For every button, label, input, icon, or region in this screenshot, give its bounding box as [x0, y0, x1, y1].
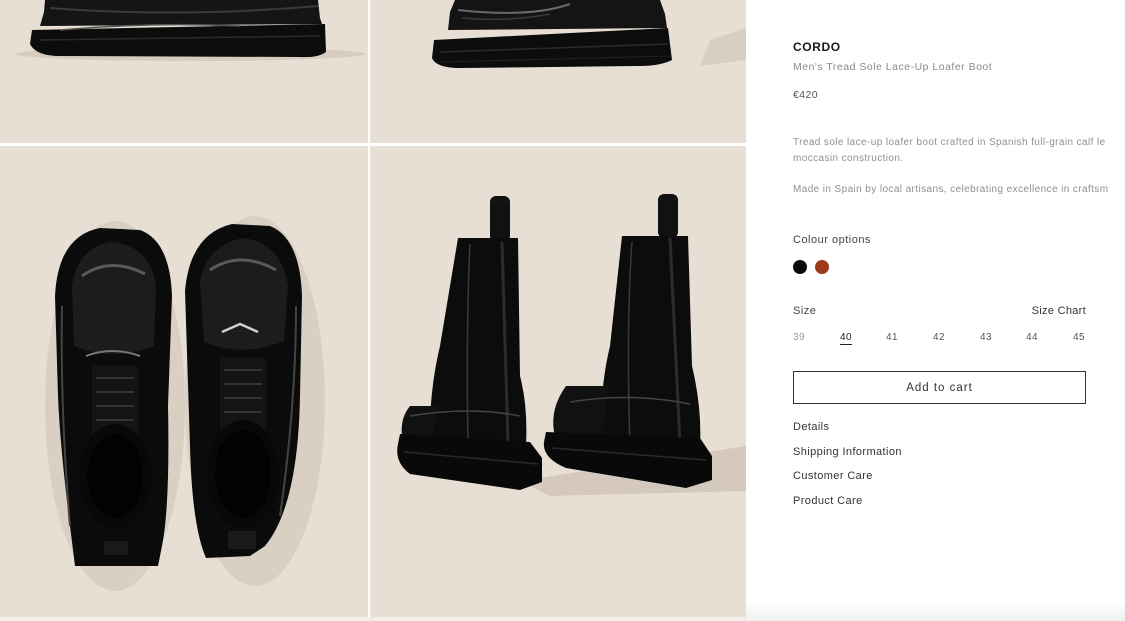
gallery-image-top-view[interactable] — [0, 146, 368, 621]
boot-side-image — [15, 0, 365, 61]
boot-top-view-image — [45, 216, 325, 591]
product-price: €420 — [793, 89, 818, 101]
gallery-image-side-left[interactable] — [0, 0, 368, 143]
add-to-cart-button[interactable]: Add to cart — [793, 371, 1086, 404]
product-care-link[interactable]: Product Care — [793, 495, 902, 520]
gallery-image-back-view[interactable] — [370, 146, 746, 621]
boot-side-image — [432, 0, 746, 68]
colour-swatch-brown[interactable] — [815, 260, 829, 274]
size-option-41[interactable]: 41 — [886, 332, 898, 343]
product-page: CORDO Men's Tread Sole Lace-Up Loafer Bo… — [0, 0, 1125, 621]
product-brand: CORDO — [793, 40, 841, 54]
product-info-links: Details Shipping Information Customer Ca… — [793, 421, 902, 519]
size-option-43[interactable]: 43 — [980, 332, 992, 343]
panel-bottom-edge — [746, 600, 1125, 621]
product-description: Tread sole lace-up loafer boot crafted i… — [793, 135, 1125, 167]
size-option-39[interactable]: 39 — [793, 332, 805, 343]
boot-back-view-image — [397, 194, 746, 496]
size-option-40[interactable]: 40 — [840, 332, 852, 345]
size-label: Size — [793, 305, 817, 317]
colour-options-label: Colour options — [793, 234, 871, 246]
size-option-45[interactable]: 45 — [1073, 332, 1085, 343]
product-subtitle: Men's Tread Sole Lace-Up Loafer Boot — [793, 61, 993, 73]
gallery-bottom-edge — [0, 617, 746, 621]
details-link[interactable]: Details — [793, 421, 902, 446]
gallery-image-side-right[interactable] — [370, 0, 746, 143]
shipping-information-link[interactable]: Shipping Information — [793, 446, 902, 471]
product-origin-text: Made in Spain by local artisans, celebra… — [793, 184, 1109, 195]
description-line: moccasin construction. — [793, 153, 904, 164]
size-option-42[interactable]: 42 — [933, 332, 945, 343]
description-line: Tread sole lace-up loafer boot crafted i… — [793, 137, 1106, 148]
product-info-panel: CORDO Men's Tread Sole Lace-Up Loafer Bo… — [746, 0, 1125, 621]
product-gallery — [0, 0, 746, 621]
size-option-44[interactable]: 44 — [1026, 332, 1038, 343]
colour-swatch-black[interactable] — [793, 260, 807, 274]
size-chart-link[interactable]: Size Chart — [1032, 305, 1086, 317]
size-selector: 39 40 41 42 43 44 45 — [793, 332, 1093, 348]
customer-care-link[interactable]: Customer Care — [793, 470, 902, 495]
